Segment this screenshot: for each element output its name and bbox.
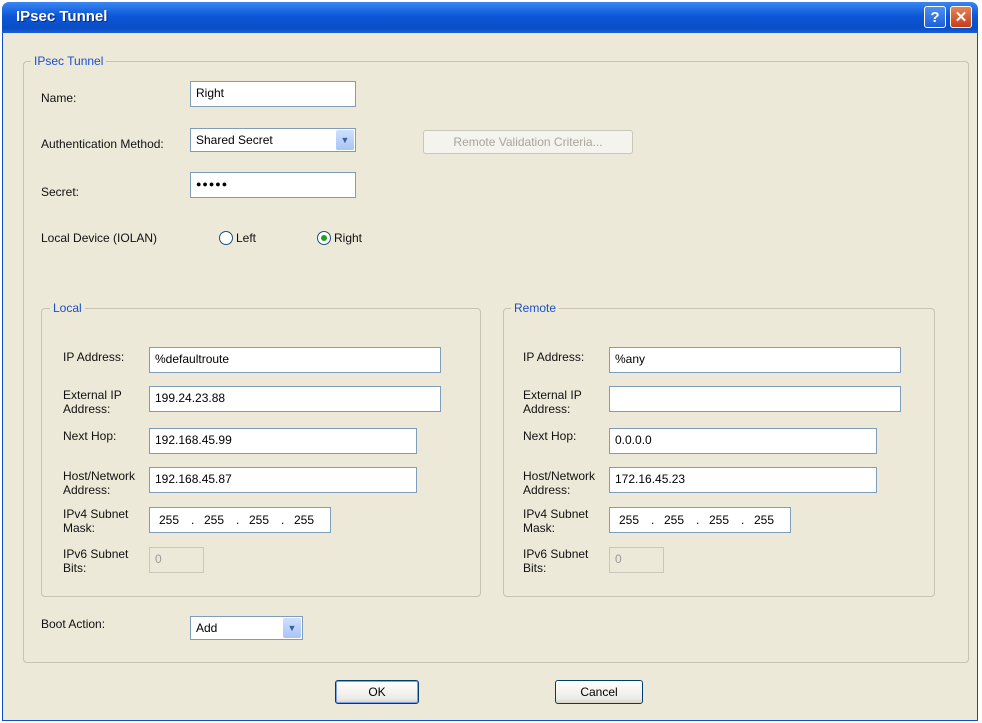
boot-action-value: Add: [196, 621, 218, 635]
local-ext-ip-input[interactable]: 199.24.23.88: [149, 386, 441, 412]
auth-method-select[interactable]: Shared Secret ▼: [190, 128, 356, 152]
help-button[interactable]: ?: [924, 6, 946, 28]
dot-separator: .: [236, 513, 240, 527]
local-device-label: Local Device (IOLAN): [41, 231, 158, 245]
local-ext-ip-label-1: External IP: [63, 388, 122, 402]
remote-host-label-1: Host/Network: [523, 469, 596, 483]
mask-octet[interactable]: 255: [249, 513, 269, 527]
remote-ipv4-mask-input[interactable]: 255 . 255 . 255 . 255: [609, 507, 791, 533]
mask-octet[interactable]: 255: [294, 513, 314, 527]
chevron-down-icon[interactable]: ▼: [283, 618, 301, 638]
dot-separator: .: [741, 513, 745, 527]
radio-right[interactable]: [317, 231, 331, 245]
dot-separator: .: [281, 513, 285, 527]
close-icon: ✕: [954, 9, 968, 26]
dot-separator: .: [696, 513, 700, 527]
remote-mask-label-2: Mask:: [523, 521, 556, 535]
radio-left[interactable]: [219, 231, 233, 245]
local-legend: Local: [50, 301, 85, 315]
remote-ext-ip-label-2: Address:: [523, 402, 571, 416]
mask-octet[interactable]: 255: [754, 513, 774, 527]
auth-method-value: Shared Secret: [196, 133, 273, 147]
name-input[interactable]: Right: [190, 81, 356, 107]
cancel-button[interactable]: Cancel: [555, 680, 643, 704]
local-next-hop-label: Next Hop:: [63, 429, 117, 443]
remote-mask-label-1: IPv4 Subnet: [523, 507, 589, 521]
local-ipv4-mask-input[interactable]: 255 . 255 . 255 . 255: [149, 507, 331, 533]
chevron-down-icon[interactable]: ▼: [336, 130, 354, 150]
local-ext-ip-label-2: Address:: [63, 402, 111, 416]
help-icon: ?: [930, 9, 940, 26]
mask-octet[interactable]: 255: [709, 513, 729, 527]
remote-v6-label-1: IPv6 Subnet: [523, 547, 589, 561]
remote-host-label-2: Address:: [523, 483, 571, 497]
mask-octet[interactable]: 255: [619, 513, 639, 527]
local-host-label-2: Address:: [63, 483, 111, 497]
local-ip-label: IP Address:: [63, 350, 125, 364]
remote-ip-label: IP Address:: [523, 350, 585, 364]
local-host-input[interactable]: 192.168.45.87: [149, 467, 417, 493]
secret-input[interactable]: ●●●●●: [190, 172, 356, 198]
remote-validation-button[interactable]: Remote Validation Criteria...: [423, 130, 633, 154]
dot-separator: .: [191, 513, 195, 527]
remote-ip-input[interactable]: %any: [609, 347, 901, 373]
boot-action-label: Boot Action:: [41, 617, 106, 631]
remote-ext-ip-label-1: External IP: [523, 388, 582, 402]
mask-octet[interactable]: 255: [159, 513, 179, 527]
mask-octet[interactable]: 255: [664, 513, 684, 527]
local-next-hop-input[interactable]: 192.168.45.99: [149, 428, 417, 454]
ipsec-tunnel-legend: IPsec Tunnel: [31, 54, 107, 68]
remote-legend: Remote: [511, 301, 560, 315]
close-button[interactable]: ✕: [950, 6, 972, 28]
radio-left-label[interactable]: Left: [236, 232, 256, 245]
auth-method-label: Authentication Method:: [41, 137, 164, 151]
local-mask-label-2: Mask:: [63, 521, 96, 535]
ok-button[interactable]: OK: [335, 680, 419, 704]
dialog-body: IPsec Tunnel Name: Right Authentication …: [2, 33, 978, 721]
boot-action-select[interactable]: Add ▼: [190, 616, 303, 640]
remote-host-input[interactable]: 172.16.45.23: [609, 467, 877, 493]
remote-v6-label-2: Bits:: [523, 561, 547, 575]
local-ip-input[interactable]: %defaultroute: [149, 347, 441, 373]
remote-ipv6-bits-input[interactable]: 0: [609, 547, 664, 573]
window-title: IPsec Tunnel: [16, 8, 108, 25]
remote-ext-ip-input[interactable]: [609, 386, 901, 412]
local-v6-label-2: Bits:: [63, 561, 87, 575]
mask-octet[interactable]: 255: [204, 513, 224, 527]
radio-right-label[interactable]: Right: [334, 232, 362, 245]
local-v6-label-1: IPv6 Subnet: [63, 547, 129, 561]
local-host-label-1: Host/Network: [63, 469, 136, 483]
name-label: Name:: [41, 91, 77, 105]
local-ipv6-bits-input[interactable]: 0: [149, 547, 204, 573]
dot-separator: .: [651, 513, 655, 527]
local-mask-label-1: IPv4 Subnet: [63, 507, 129, 521]
remote-next-hop-label: Next Hop:: [523, 429, 577, 443]
secret-label: Secret:: [41, 185, 80, 199]
title-bar: IPsec Tunnel ? ✕: [2, 2, 978, 33]
remote-next-hop-input[interactable]: 0.0.0.0: [609, 428, 877, 454]
